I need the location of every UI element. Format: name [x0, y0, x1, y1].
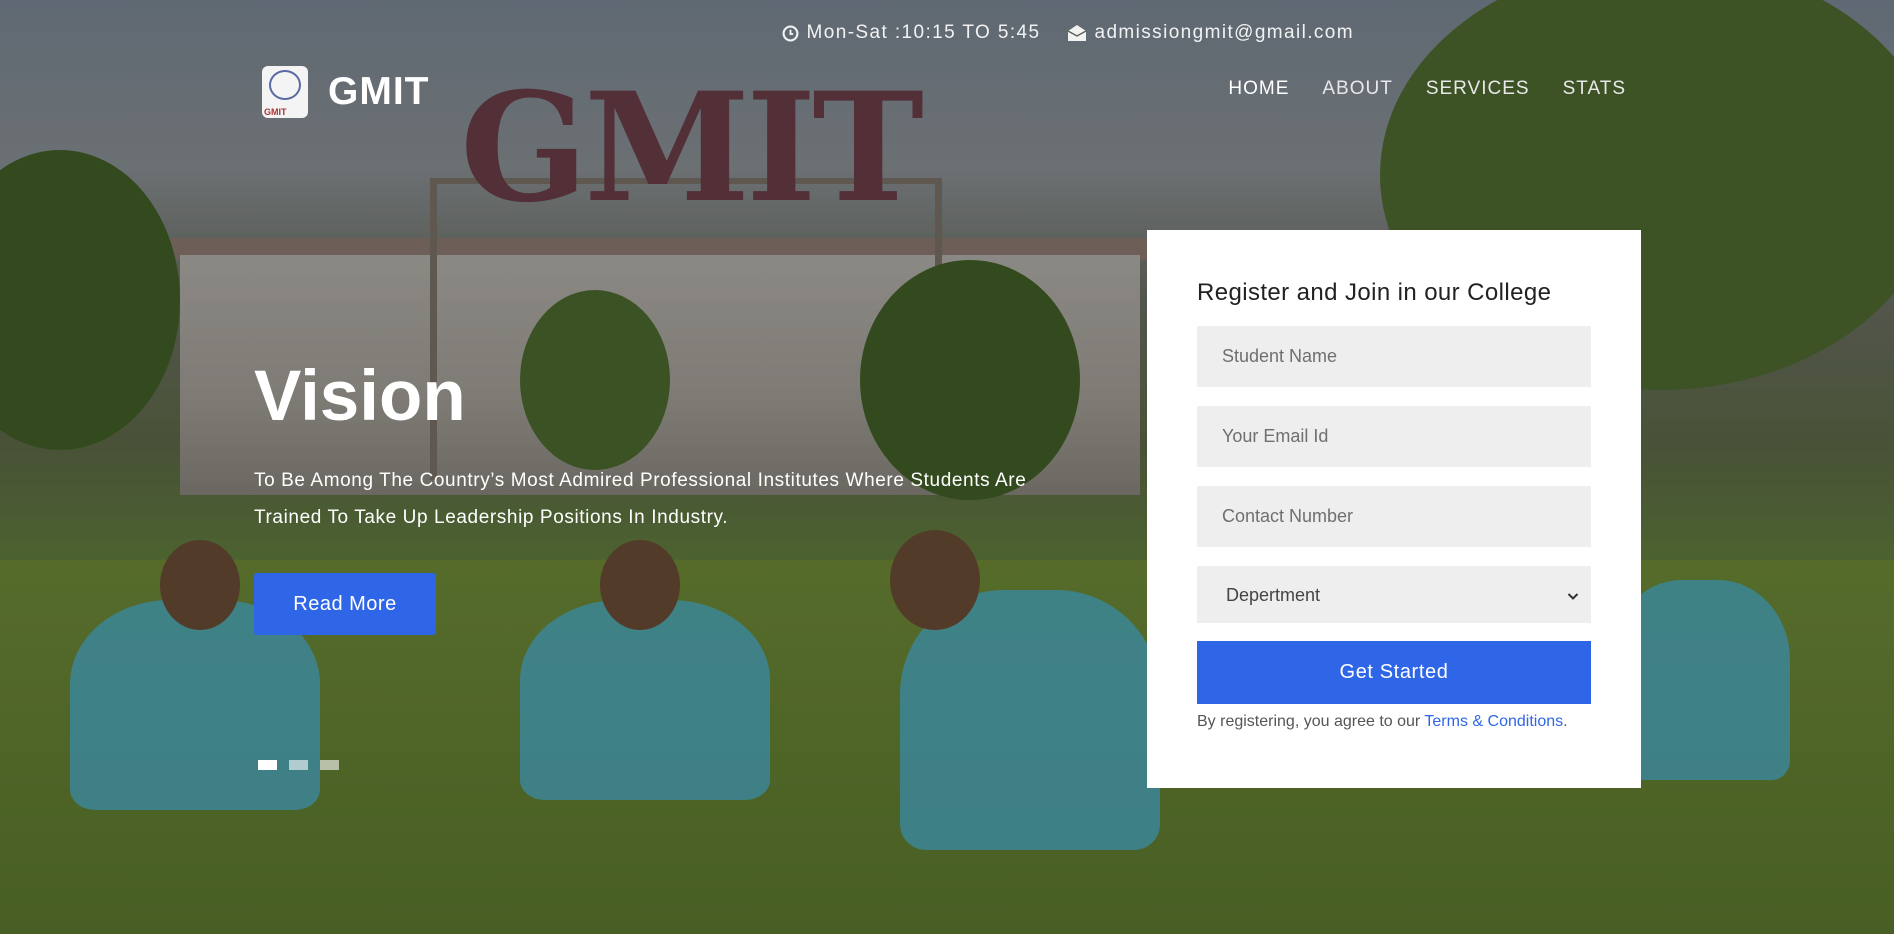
nav-about[interactable]: ABOUT: [1322, 78, 1392, 100]
terms-prefix: By registering, you agree to our: [1197, 713, 1425, 730]
read-more-button[interactable]: Read More: [254, 573, 436, 635]
hero-description: To Be Among The Country’s Most Admired P…: [254, 470, 1027, 528]
hero-title: Vision: [254, 357, 466, 436]
clock-icon: [782, 25, 799, 42]
hours-text: Mon-Sat :10:15 TO 5:45: [806, 22, 1041, 43]
nav-stats[interactable]: STATS: [1563, 78, 1626, 100]
slider-indicators: [258, 760, 339, 770]
terms-link[interactable]: Terms & Conditions: [1424, 713, 1563, 730]
slide-indicator-2[interactable]: [289, 760, 308, 770]
hours-info: Mon-Sat :10:15 TO 5:45: [782, 22, 1041, 44]
nav-home[interactable]: HOME: [1228, 78, 1289, 100]
register-heading: Register and Join in our College: [1197, 279, 1552, 306]
terms-suffix: .: [1563, 713, 1568, 730]
email-input[interactable]: [1197, 406, 1591, 467]
student-name-input[interactable]: [1197, 326, 1591, 387]
department-select[interactable]: Depertment: [1197, 566, 1591, 623]
contact-number-input[interactable]: [1197, 486, 1591, 547]
college-logo: GMIT: [262, 66, 308, 118]
brand-name: GMIT: [328, 70, 430, 113]
envelope-icon: [1067, 24, 1087, 42]
register-card: Register and Join in our College Depertm…: [1147, 230, 1641, 788]
top-info-bar: Mon-Sat :10:15 TO 5:45 admissiongmit@gma…: [782, 22, 1354, 44]
email-text: admissiongmit@gmail.com: [1094, 22, 1354, 43]
logo-emblem: [269, 70, 301, 100]
department-select-wrapper: Depertment: [1197, 566, 1591, 623]
slide-indicator-3[interactable]: [320, 760, 339, 770]
slide-indicator-1[interactable]: [258, 760, 277, 770]
terms-notice: By registering, you agree to our Terms &…: [1197, 713, 1591, 731]
get-started-button[interactable]: Get Started: [1197, 641, 1591, 704]
nav-services[interactable]: SERVICES: [1426, 78, 1530, 100]
email-info: admissiongmit@gmail.com: [1067, 22, 1355, 44]
brand[interactable]: GMIT GMIT: [262, 66, 429, 118]
logo-text: GMIT: [264, 107, 287, 117]
main-nav: HOME ABOUT SERVICES STATS: [1228, 78, 1626, 100]
